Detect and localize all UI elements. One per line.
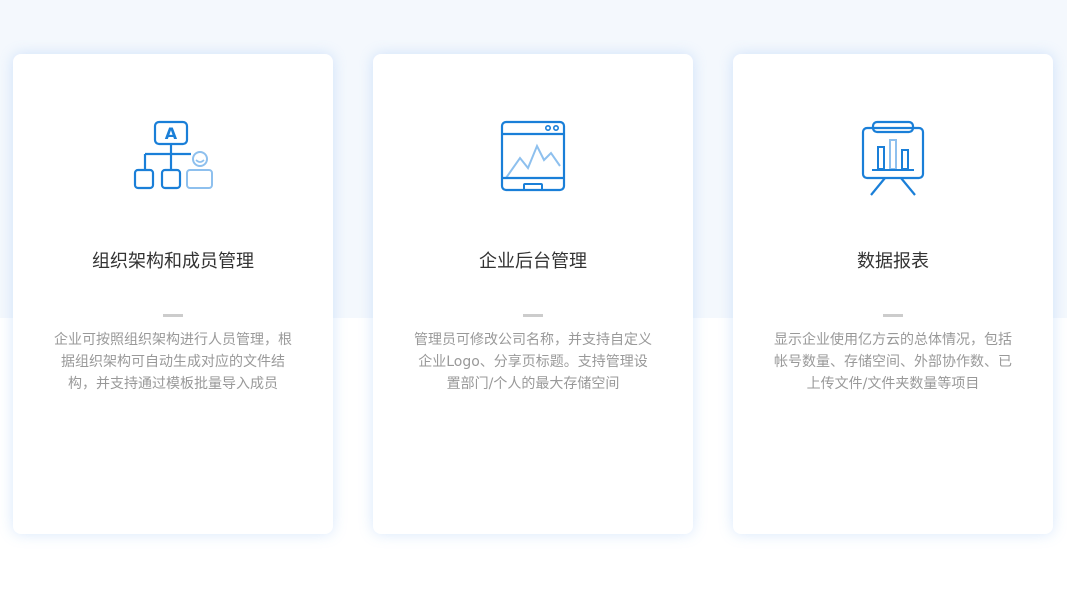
feature-description: 企业可按照组织架构进行人员管理，根 据组织架构可自动生成对应的文件结 构，并支持… xyxy=(51,329,295,395)
title-divider xyxy=(523,314,543,317)
feature-title: 数据报表 xyxy=(857,251,929,272)
admin-dashboard-icon xyxy=(500,120,566,192)
feature-card-admin-management: 企业后台管理 管理员可修改公司名称，并支持自定义 企业Logo、分享页标题。支持… xyxy=(373,54,693,534)
org-chart-icon: A xyxy=(133,120,213,190)
feature-description-line: 置部门/个人的最大存储空间 xyxy=(446,376,620,392)
org-chart-letter: A xyxy=(165,124,178,143)
title-divider xyxy=(883,314,903,317)
feature-card-org-management: A 组织架构和成员管理 企业可按照组织架构进行人员管理，根 据组织架构可自动生成… xyxy=(13,54,333,534)
feature-description-line: 企业Logo、分享页标题。支持管理设 xyxy=(418,354,648,370)
feature-description-line: 管理员可修改公司名称，并支持自定义 xyxy=(414,332,652,348)
feature-description-line: 据组织架构可自动生成对应的文件结 xyxy=(61,354,285,370)
feature-description-line: 上传文件/文件夹数量等项目 xyxy=(806,376,980,392)
feature-description: 管理员可修改公司名称，并支持自定义 企业Logo、分享页标题。支持管理设 置部门… xyxy=(411,329,655,395)
presentation-chart-icon xyxy=(861,120,925,196)
feature-description-line: 企业可按照组织架构进行人员管理，根 xyxy=(54,332,292,348)
feature-description-line: 显示企业使用亿方云的总体情况，包括 xyxy=(774,332,1012,348)
title-divider xyxy=(163,314,183,317)
feature-card-data-reports: 数据报表 显示企业使用亿方云的总体情况，包括 帐号数量、存储空间、外部协作数、已… xyxy=(733,54,1053,534)
feature-description: 显示企业使用亿方云的总体情况，包括 帐号数量、存储空间、外部协作数、已 上传文件… xyxy=(771,329,1015,395)
feature-description-line: 帐号数量、存储空间、外部协作数、已 xyxy=(774,354,1012,370)
feature-title: 组织架构和成员管理 xyxy=(92,251,254,272)
feature-description-line: 构，并支持通过模板批量导入成员 xyxy=(68,376,278,392)
feature-title: 企业后台管理 xyxy=(479,251,587,272)
